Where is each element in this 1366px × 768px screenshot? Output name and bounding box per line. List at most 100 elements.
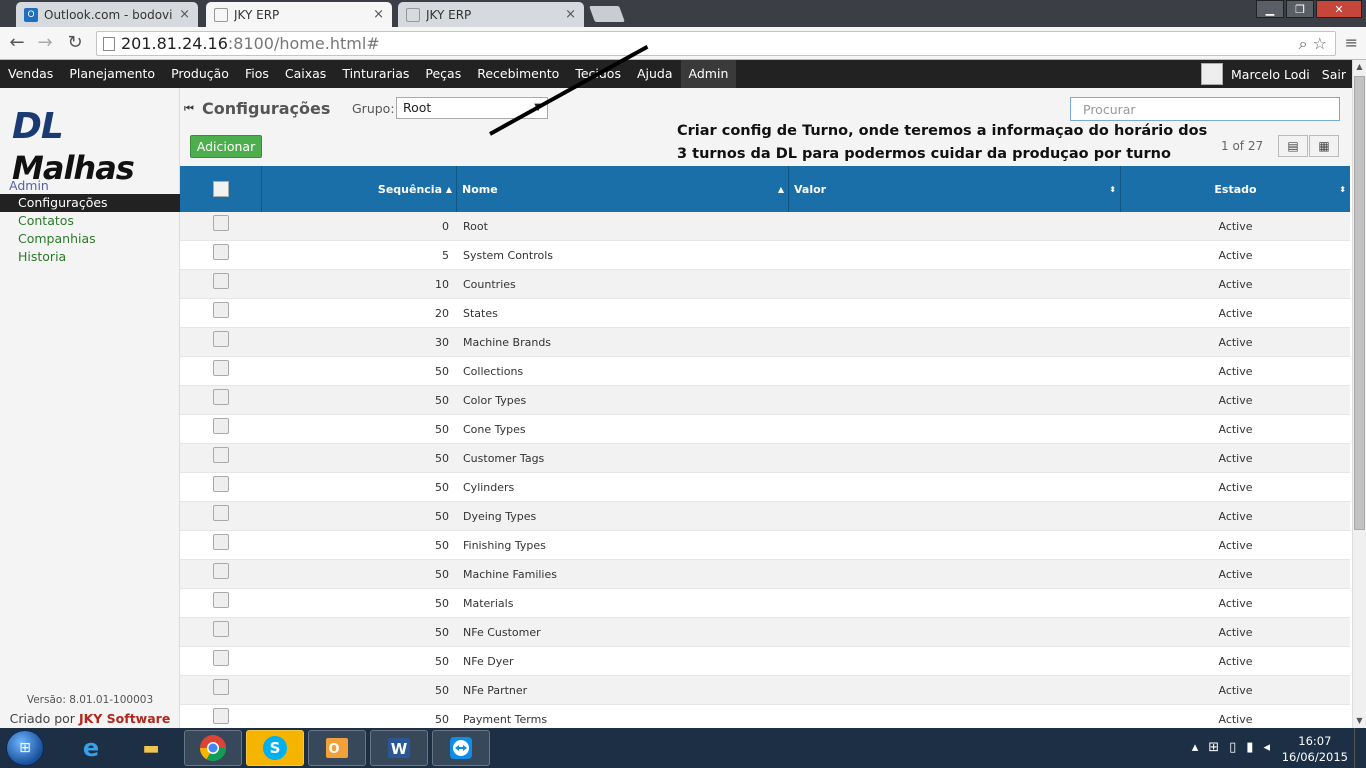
system-tray-icons[interactable]: ▴⊞▯▮◂ bbox=[1192, 740, 1280, 755]
menu-planejamento[interactable]: Planejamento bbox=[61, 60, 163, 88]
menu-icon[interactable]: ≡ bbox=[1345, 33, 1358, 52]
column-value[interactable]: Valor ⬍ bbox=[789, 166, 1121, 212]
table-row[interactable]: 50 Customer Tags Active bbox=[180, 444, 1350, 473]
row-checkbox[interactable] bbox=[213, 476, 229, 492]
scroll-down-icon[interactable]: ▼ bbox=[1353, 714, 1366, 728]
row-checkbox[interactable] bbox=[213, 679, 229, 695]
tab-jky-erp[interactable]: JKY ERP × bbox=[398, 2, 584, 27]
close-icon[interactable]: × bbox=[565, 7, 576, 22]
table-row[interactable]: 50 Finishing Types Active bbox=[180, 531, 1350, 560]
table-row[interactable]: 50 Materials Active bbox=[180, 589, 1350, 618]
tab-jky-erp-active[interactable]: JKY ERP × bbox=[206, 2, 392, 27]
scroll-up-icon[interactable]: ▲ bbox=[1353, 60, 1366, 74]
sidebar-item-configuracoes[interactable]: Configurações bbox=[0, 194, 180, 212]
row-checkbox[interactable] bbox=[213, 360, 229, 376]
page-scrollbar[interactable]: ▲ ▼ bbox=[1352, 60, 1366, 728]
row-checkbox[interactable] bbox=[213, 534, 229, 550]
start-button[interactable]: ⊞ bbox=[6, 730, 44, 766]
table-row[interactable]: 50 NFe Partner Active bbox=[180, 676, 1350, 705]
menu-fios[interactable]: Fios bbox=[237, 60, 277, 88]
tab-outlook[interactable]: O Outlook.com - bodovisk@ × bbox=[16, 2, 198, 27]
minimize-icon[interactable]: ▁ bbox=[1256, 0, 1284, 18]
internet-explorer-icon[interactable]: e bbox=[62, 730, 120, 766]
row-checkbox[interactable] bbox=[213, 331, 229, 347]
skype-icon[interactable]: S bbox=[246, 730, 304, 766]
logout-link[interactable]: Sair bbox=[1322, 67, 1346, 82]
table-row[interactable]: 0 Root Active bbox=[180, 212, 1350, 241]
list-view-icon[interactable]: ▤ bbox=[1278, 135, 1308, 157]
user-name[interactable]: Marcelo Lodi bbox=[1231, 67, 1310, 82]
row-checkbox[interactable] bbox=[213, 708, 229, 724]
row-checkbox[interactable] bbox=[213, 505, 229, 521]
add-button[interactable]: Adicionar bbox=[190, 135, 262, 158]
cell-status: Active bbox=[1218, 364, 1253, 378]
credit-text: Criado por JKY Software bbox=[0, 711, 180, 726]
table-row[interactable]: 20 States Active bbox=[180, 299, 1350, 328]
row-checkbox[interactable] bbox=[213, 389, 229, 405]
menu-admin[interactable]: Admin bbox=[680, 60, 737, 88]
table-row[interactable]: 30 Machine Brands Active bbox=[180, 328, 1350, 357]
word-icon[interactable]: W bbox=[370, 730, 428, 766]
file-explorer-icon[interactable]: ▬ bbox=[122, 730, 180, 766]
sidebar-item-contatos[interactable]: Contatos bbox=[0, 212, 180, 230]
taskbar-clock[interactable]: 16:07 16/06/2015 bbox=[1282, 733, 1348, 765]
new-tab-button[interactable] bbox=[589, 6, 625, 22]
reload-icon[interactable]: ↻ bbox=[64, 33, 86, 53]
chrome-icon[interactable] bbox=[184, 730, 242, 766]
zoom-and-bookmark-icons[interactable]: ⌕ ☆ bbox=[1299, 34, 1327, 54]
row-checkbox[interactable] bbox=[213, 215, 229, 231]
table-row[interactable]: 50 Cone Types Active bbox=[180, 415, 1350, 444]
menu-ajuda[interactable]: Ajuda bbox=[629, 60, 681, 88]
outlook-icon[interactable]: O bbox=[308, 730, 366, 766]
scroll-thumb[interactable] bbox=[1354, 76, 1365, 530]
table-row[interactable]: 5 System Controls Active bbox=[180, 241, 1350, 270]
table-row[interactable]: 50 Color Types Active bbox=[180, 386, 1350, 415]
credit-brand-link[interactable]: JKY Software bbox=[79, 711, 170, 726]
select-all-checkbox[interactable] bbox=[212, 181, 229, 197]
form-view-icon[interactable]: ▦ bbox=[1309, 135, 1339, 157]
teamviewer-icon[interactable] bbox=[432, 730, 490, 766]
search-input[interactable] bbox=[1070, 97, 1340, 121]
restore-icon[interactable]: ❐ bbox=[1286, 0, 1314, 18]
group-select-value: Root bbox=[403, 100, 432, 115]
row-checkbox[interactable] bbox=[213, 447, 229, 463]
avatar[interactable] bbox=[1201, 63, 1223, 85]
address-bar[interactable]: 201.81.24.16:8100/home.html# ⌕ ☆ bbox=[96, 31, 1336, 56]
table-row[interactable]: 50 NFe Customer Active bbox=[180, 618, 1350, 647]
menu-recebimento[interactable]: Recebimento bbox=[469, 60, 567, 88]
table-row[interactable]: 50 Machine Families Active bbox=[180, 560, 1350, 589]
menu-caixas[interactable]: Caixas bbox=[277, 60, 334, 88]
table-row[interactable]: 50 Dyeing Types Active bbox=[180, 502, 1350, 531]
row-checkbox-cell bbox=[180, 273, 262, 289]
table-row[interactable]: 50 NFe Dyer Active bbox=[180, 647, 1350, 676]
collapse-sidebar-icon[interactable]: ⏮ bbox=[184, 102, 194, 116]
table-row[interactable]: 10 Countries Active bbox=[180, 270, 1350, 299]
column-status[interactable]: Estado ⬍ bbox=[1121, 166, 1350, 212]
row-checkbox[interactable] bbox=[213, 302, 229, 318]
row-checkbox[interactable] bbox=[213, 563, 229, 579]
table-row[interactable]: 50 Collections Active bbox=[180, 357, 1350, 386]
row-checkbox[interactable] bbox=[213, 592, 229, 608]
sidebar-item-historia[interactable]: Historia bbox=[0, 248, 180, 266]
menu-tinturarias[interactable]: Tinturarias bbox=[334, 60, 417, 88]
row-checkbox-cell bbox=[180, 215, 262, 231]
menu-pecas[interactable]: Peças bbox=[417, 60, 469, 88]
row-checkbox[interactable] bbox=[213, 273, 229, 289]
row-checkbox[interactable] bbox=[213, 650, 229, 666]
forward-icon[interactable]: → bbox=[34, 33, 56, 53]
close-icon[interactable]: × bbox=[373, 7, 384, 22]
menu-producao[interactable]: Produção bbox=[163, 60, 237, 88]
sidebar-item-companhias[interactable]: Companhias bbox=[0, 230, 180, 248]
show-desktop-button[interactable] bbox=[1354, 728, 1366, 768]
column-sequence[interactable]: Sequência ▲ bbox=[262, 166, 457, 212]
table-row[interactable]: 50 Cylinders Active bbox=[180, 473, 1350, 502]
menu-vendas[interactable]: Vendas bbox=[0, 60, 61, 88]
row-checkbox[interactable] bbox=[213, 418, 229, 434]
close-window-icon[interactable]: ✕ bbox=[1316, 0, 1362, 18]
back-icon[interactable]: ← bbox=[6, 33, 28, 53]
column-name[interactable]: Nome ▲ bbox=[457, 166, 789, 212]
close-icon[interactable]: × bbox=[179, 7, 190, 22]
row-checkbox[interactable] bbox=[213, 244, 229, 260]
cell-name: Finishing Types bbox=[463, 538, 546, 552]
row-checkbox[interactable] bbox=[213, 621, 229, 637]
